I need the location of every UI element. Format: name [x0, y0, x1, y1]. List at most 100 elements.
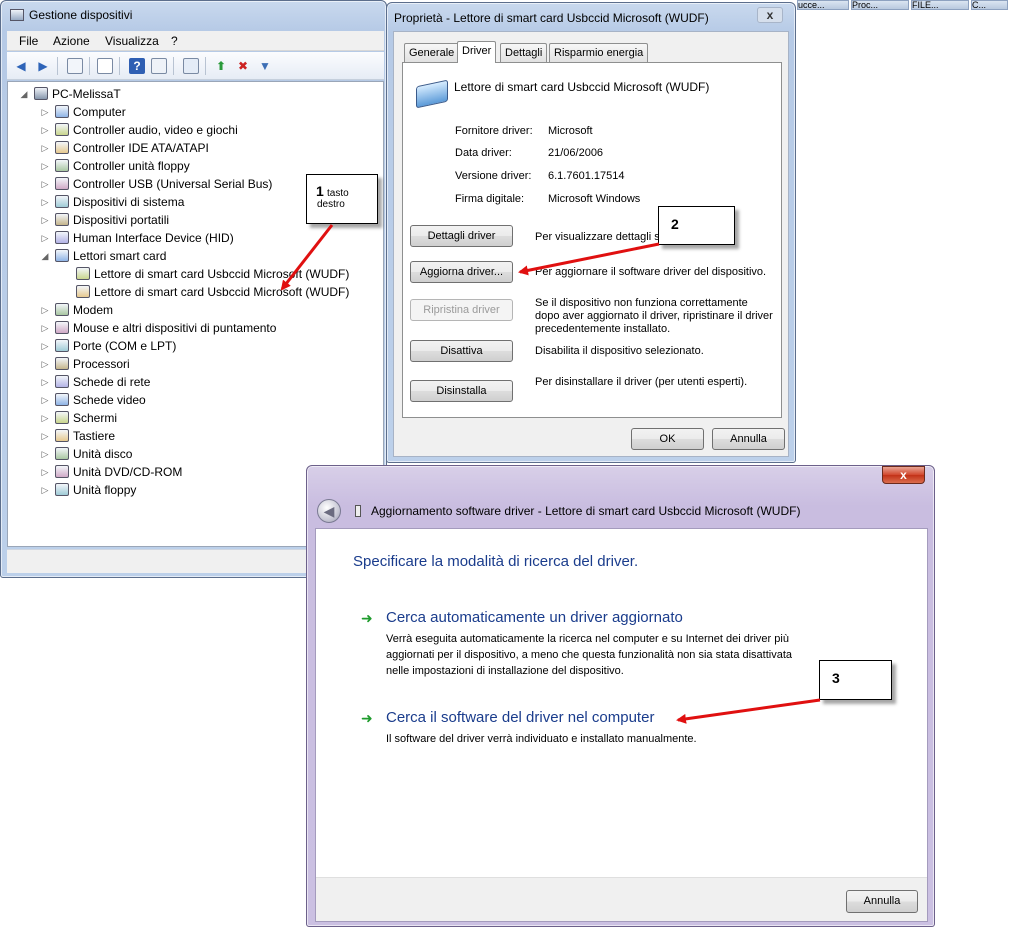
callout-number: 2: [671, 216, 679, 232]
driver-provider-label: Fornitore driver:: [455, 125, 533, 137]
device-category-icon: [55, 411, 69, 424]
collapse-icon[interactable]: ◢: [19, 85, 29, 103]
tree-item-label: Modem: [73, 303, 114, 317]
menu-help[interactable]: ?: [171, 34, 178, 48]
disable-button[interactable]: Disattiva: [410, 340, 513, 362]
ok-button[interactable]: OK: [631, 428, 704, 450]
update-driver-button[interactable]: Aggiorna driver...: [410, 261, 513, 283]
dialog-title: Proprietà - Lettore di smart card Usbcci…: [394, 11, 709, 25]
expand-icon[interactable]: ▷: [40, 229, 50, 247]
tree-item-label: Schede di rete: [73, 375, 151, 389]
update-driver-icon[interactable]: ⬆: [213, 58, 229, 74]
device-category-icon: [76, 267, 90, 280]
properties-icon[interactable]: [97, 58, 113, 74]
expand-icon[interactable]: ▷: [40, 103, 50, 121]
device-category-icon: [55, 465, 69, 478]
driver-details-button[interactable]: Dettagli driver: [410, 225, 513, 247]
roll-back-driver-button[interactable]: Ripristina driver: [410, 299, 513, 321]
tree-item-label: Unità floppy: [73, 483, 137, 497]
taskbar-button-4[interactable]: C...: [971, 0, 1008, 10]
tab-driver[interactable]: Driver: [457, 41, 497, 63]
driver-details-desc: Per visualizzare dettagli s: [535, 231, 660, 243]
device-category-icon: [55, 483, 69, 496]
device-category-icon: [55, 123, 69, 136]
tab-details[interactable]: Dettagli: [500, 43, 548, 62]
expand-icon[interactable]: ▷: [40, 337, 50, 355]
expand-icon[interactable]: ▷: [40, 121, 50, 139]
device-category-icon: [55, 231, 69, 244]
back-arrow-icon[interactable]: ◀: [13, 58, 29, 74]
expand-icon[interactable]: ▷: [40, 481, 50, 499]
disable-icon[interactable]: ▼: [257, 58, 273, 74]
console-tree-icon[interactable]: [67, 58, 83, 74]
expand-icon[interactable]: ▷: [40, 211, 50, 229]
menu-action[interactable]: Azione: [53, 34, 90, 48]
expand-icon[interactable]: ▷: [40, 319, 50, 337]
tab-general[interactable]: Generale: [404, 43, 460, 62]
callout-number: 3: [832, 670, 840, 686]
tree-item-label: Lettore di smart card Usbccid Microsoft …: [94, 285, 350, 299]
collapse-icon[interactable]: ◢: [40, 247, 50, 265]
driver-date-value: 21/06/2006: [548, 147, 604, 159]
tree-item-label: Dispositivi di sistema: [73, 195, 185, 209]
device-category-icon: [55, 213, 69, 226]
taskbar-button-1[interactable]: ucce...: [797, 0, 849, 10]
device-category-icon: [55, 375, 69, 388]
expand-icon[interactable]: ▷: [40, 301, 50, 319]
auto-search-option[interactable]: ➜ Cerca automaticamente un driver aggior…: [361, 609, 881, 679]
expand-icon[interactable]: ▷: [40, 373, 50, 391]
uninstall-button[interactable]: Disinstalla: [410, 380, 513, 402]
tree-item-label: Controller audio, video e giochi: [73, 123, 238, 137]
expand-icon[interactable]: ▷: [40, 427, 50, 445]
taskbar-label: C...: [972, 0, 987, 10]
tree-item-label: Lettori smart card: [73, 249, 167, 263]
expand-icon[interactable]: ▷: [40, 445, 50, 463]
forward-arrow-icon[interactable]: ▶: [35, 58, 51, 74]
expand-icon[interactable]: ▷: [40, 409, 50, 427]
menu-view[interactable]: Visualizza: [105, 34, 159, 48]
show-hide-icon[interactable]: [151, 58, 167, 74]
expand-icon[interactable]: ▷: [40, 139, 50, 157]
expand-icon[interactable]: ▷: [40, 391, 50, 409]
menu-file[interactable]: File: [19, 34, 38, 48]
taskbar-label: ucce...: [798, 0, 825, 10]
expand-icon[interactable]: ▷: [40, 193, 50, 211]
green-arrow-icon: ➜: [361, 710, 373, 726]
expand-icon[interactable]: ▷: [40, 175, 50, 193]
tree-item-label: Dispositivi portatili: [73, 213, 170, 227]
device-category-icon: [55, 429, 69, 442]
driver-provider-value: Microsoft: [548, 125, 593, 137]
browse-computer-option[interactable]: ➜ Cerca il software del driver nel compu…: [361, 709, 881, 749]
wizard-client-area: Specificare la modalità di ricerca del d…: [315, 528, 928, 922]
taskbar-button-3[interactable]: FILE...: [911, 0, 969, 10]
roll-back-driver-desc: Se il dispositivo non funziona correttam…: [535, 297, 773, 335]
smart-card-reader-icon: [416, 79, 448, 109]
uninstall-icon[interactable]: ✖: [235, 58, 251, 74]
tree-item-label: Porte (COM e LPT): [73, 339, 177, 353]
device-category-icon: [55, 141, 69, 154]
device-category-icon: [76, 285, 90, 298]
cancel-button[interactable]: Annulla: [712, 428, 785, 450]
auto-search-title[interactable]: Cerca automaticamente un driver aggiorna…: [386, 609, 683, 626]
cancel-button[interactable]: Annulla: [846, 890, 918, 913]
help-icon[interactable]: ?: [129, 58, 145, 74]
back-arrow-icon[interactable]: ◀: [317, 499, 341, 523]
close-icon[interactable]: x: [757, 7, 783, 23]
taskbar-label: FILE...: [912, 0, 939, 10]
tree-item-label: Human Interface Device (HID): [73, 231, 234, 245]
tree-item-label: Controller IDE ATA/ATAPI: [73, 141, 209, 155]
auto-search-desc: Verrà eseguita automaticamente la ricerc…: [386, 633, 793, 677]
device-category-icon: [55, 303, 69, 316]
driver-version-value: 6.1.7601.17514: [548, 170, 625, 182]
taskbar-button-2[interactable]: Proc...: [851, 0, 909, 10]
scan-hardware-icon[interactable]: [183, 58, 199, 74]
expand-icon[interactable]: ▷: [40, 463, 50, 481]
annotation-callout-2: 2: [658, 206, 735, 245]
expand-icon[interactable]: ▷: [40, 355, 50, 373]
browse-computer-title[interactable]: Cerca il software del driver nel compute…: [386, 709, 654, 726]
tab-power-management[interactable]: Risparmio energia: [549, 43, 649, 62]
close-icon[interactable]: x: [882, 466, 925, 484]
device-category-icon: [55, 393, 69, 406]
expand-icon[interactable]: ▷: [40, 157, 50, 175]
green-arrow-icon: ➜: [361, 610, 373, 626]
